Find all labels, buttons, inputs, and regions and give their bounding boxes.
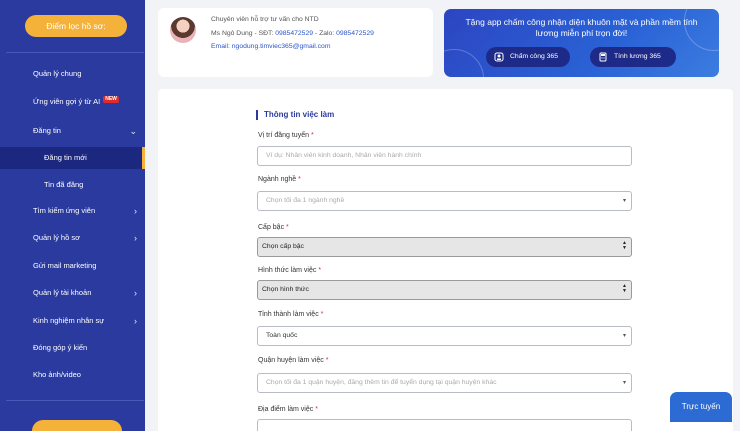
sidebar-item-label: Ứng viên gợi ý từ AI (33, 97, 101, 106)
support-contact-card: Chuyên viên hỗ trợ tư vấn cho NTD Ms Ngô… (158, 8, 433, 77)
caret-down-icon: ▾ (622, 333, 626, 339)
caret-down-icon: ▾ (622, 198, 626, 204)
required-mark: * (325, 357, 329, 364)
sidebar-item-feedback[interactable]: Đóng góp ý kiến (0, 337, 145, 359)
zalo-label: - Zalo: (313, 30, 337, 37)
chevron-down-icon: ⌄ (129, 126, 137, 136)
sidebar-item-post-job[interactable]: Đăng tin ⌄ (0, 120, 145, 142)
attendance-app-label: Chấm công 365 (510, 53, 558, 60)
sidebar-item-hr-experience[interactable]: Kinh nghiệm nhân sự › (0, 310, 145, 332)
chevron-right-icon: › (134, 288, 137, 298)
job-post-form: Thông tin việc làm Vị trí đăng tuyển * V… (158, 89, 733, 431)
required-mark: * (320, 311, 324, 318)
industry-label-text: Ngành nghề (258, 176, 297, 183)
sidebar-item-manage-profiles[interactable]: Quản lý hồ sơ › (0, 227, 145, 249)
payroll-app-label: Tính lương 365 (614, 53, 661, 60)
industry-label: Ngành nghề * (258, 176, 301, 183)
sidebar-item-label: Đăng tin (33, 126, 61, 135)
required-mark: * (310, 132, 314, 139)
sidebar-item-overview[interactable]: Quản lý chung (0, 63, 145, 85)
promo-banner: Tặng app chấm công nhận diện khuôn mặt v… (444, 9, 719, 77)
required-mark: * (315, 406, 318, 413)
sidebar-item-label: Quản lý hồ sơ (33, 233, 81, 242)
face-scan-icon (494, 52, 504, 62)
required-mark: * (298, 176, 301, 183)
calculator-icon (599, 52, 607, 62)
sidebar-item-label: Đóng góp ý kiến (33, 343, 88, 352)
updown-arrows-icon: ▲ ▼ (622, 240, 627, 251)
position-label-text: Vị trí đăng tuyển (258, 132, 309, 139)
attendance-app-button[interactable]: Chấm công 365 (486, 47, 570, 67)
chevron-right-icon: › (134, 316, 137, 326)
industry-placeholder: Chọn tối đa 1 ngành nghề (266, 197, 345, 204)
sidebar-item-search-candidates[interactable]: Tìm kiếm ứng viên › (0, 200, 145, 222)
sidebar-item-label: Kinh nghiệm nhân sự (33, 316, 105, 325)
address-label-text: Địa điểm làm việc (258, 406, 314, 413)
address-input[interactable] (257, 419, 632, 431)
sidebar-item-label: Kho ảnh/video (33, 370, 81, 379)
district-select[interactable]: Chọn tối đa 1 quận huyện, đăng thêm tin … (257, 373, 632, 393)
avatar (170, 17, 196, 43)
level-label-text: Cấp bậc (258, 224, 285, 231)
district-label-text: Quận huyện làm việc (258, 357, 324, 364)
work-type-value: Chọn hình thức (262, 286, 309, 293)
support-phone-link[interactable]: 0985472529 (275, 30, 313, 37)
support-name: Ms Ngô Dung - SĐT: (211, 30, 276, 37)
position-placeholder: Ví dụ: Nhân viên kinh doanh, Nhân viên h… (266, 152, 422, 159)
sidebar-item-label: Quản lý tài khoản (33, 288, 92, 297)
level-select[interactable]: Chọn cấp bậc ▲ ▼ (257, 237, 632, 257)
work-type-label: Hình thức làm việc * (258, 267, 321, 274)
filter-profile-button[interactable]: Điểm lọc hồ sơ: (25, 15, 127, 37)
promo-text: Tặng app chấm công nhận diện khuôn mặt v… (465, 17, 698, 38)
support-zalo-link[interactable]: 0985472529 (336, 30, 374, 37)
sidebar-item-manage-account[interactable]: Quản lý tài khoản › (0, 282, 145, 304)
level-value: Chọn cấp bậc (262, 243, 304, 250)
sidebar-item-label: Tin đã đăng (44, 180, 84, 189)
sidebar-item-label: Đăng tin mới (44, 153, 87, 162)
chevron-right-icon: › (134, 233, 137, 243)
updown-arrows-icon: ▲ ▼ (622, 283, 627, 294)
new-badge: NEW (103, 96, 119, 103)
sidebar-item-ai-candidates[interactable]: Ứng viên gợi ý từ AI NEW (0, 91, 145, 113)
district-placeholder: Chọn tối đa 1 quận huyện, đăng thêm tin … (266, 379, 497, 386)
sidebar-item-label: Tìm kiếm ứng viên (33, 206, 96, 215)
province-value: Toàn quốc (266, 332, 298, 339)
position-input[interactable]: Ví dụ: Nhân viên kinh doanh, Nhân viên h… (257, 146, 632, 166)
section-title: Thông tin việc làm (256, 110, 334, 120)
sidebar-item-label: Gửi mail marketing (33, 261, 97, 270)
work-type-select[interactable]: Chọn hình thức ▲ ▼ (257, 280, 632, 300)
sidebar-item-label: Quản lý chung (33, 69, 82, 78)
chevron-right-icon: › (134, 206, 137, 216)
sidebar-item-media-library[interactable]: Kho ảnh/video (0, 364, 145, 386)
sidebar: Điểm lọc hồ sơ: Quản lý chung Ứng viên g… (0, 0, 145, 431)
required-mark: * (318, 267, 322, 274)
province-label: Tỉnh thành làm việc * (258, 311, 323, 318)
district-label: Quận huyện làm việc * (258, 357, 328, 364)
level-label: Cấp bậc * (258, 224, 289, 231)
support-email[interactable]: Email: ngodung.timviec365@gmail.com (211, 43, 330, 50)
support-phone-line: Ms Ngô Dung - SĐT: 0985472529 - Zalo: 09… (211, 30, 374, 37)
sidebar-item-mail-marketing[interactable]: Gửi mail marketing (0, 255, 145, 277)
province-select[interactable]: Toàn quốc ▾ (257, 326, 632, 346)
support-title: Chuyên viên hỗ trợ tư vấn cho NTD (211, 16, 319, 23)
sidebar-divider (6, 400, 144, 401)
position-label: Vị trí đăng tuyển * (258, 132, 314, 139)
address-label: Địa điểm làm việc * (258, 406, 318, 413)
live-chat-button[interactable]: Trực tuyến (670, 392, 732, 422)
sidebar-item-new-post[interactable]: Đăng tin mới (0, 147, 145, 169)
sidebar-divider (6, 52, 144, 53)
sidebar-bottom-button[interactable] (32, 420, 122, 431)
sidebar-item-posted-jobs[interactable]: Tin đã đăng (0, 174, 145, 196)
industry-select[interactable]: Chọn tối đa 1 ngành nghề ▾ (257, 191, 632, 211)
payroll-app-button[interactable]: Tính lương 365 (590, 47, 676, 67)
decor-ring (444, 49, 484, 77)
required-mark: * (286, 224, 289, 231)
work-type-label-text: Hình thức làm việc (258, 267, 317, 274)
province-label-text: Tỉnh thành làm việc (258, 311, 319, 318)
caret-down-icon: ▾ (622, 380, 626, 386)
